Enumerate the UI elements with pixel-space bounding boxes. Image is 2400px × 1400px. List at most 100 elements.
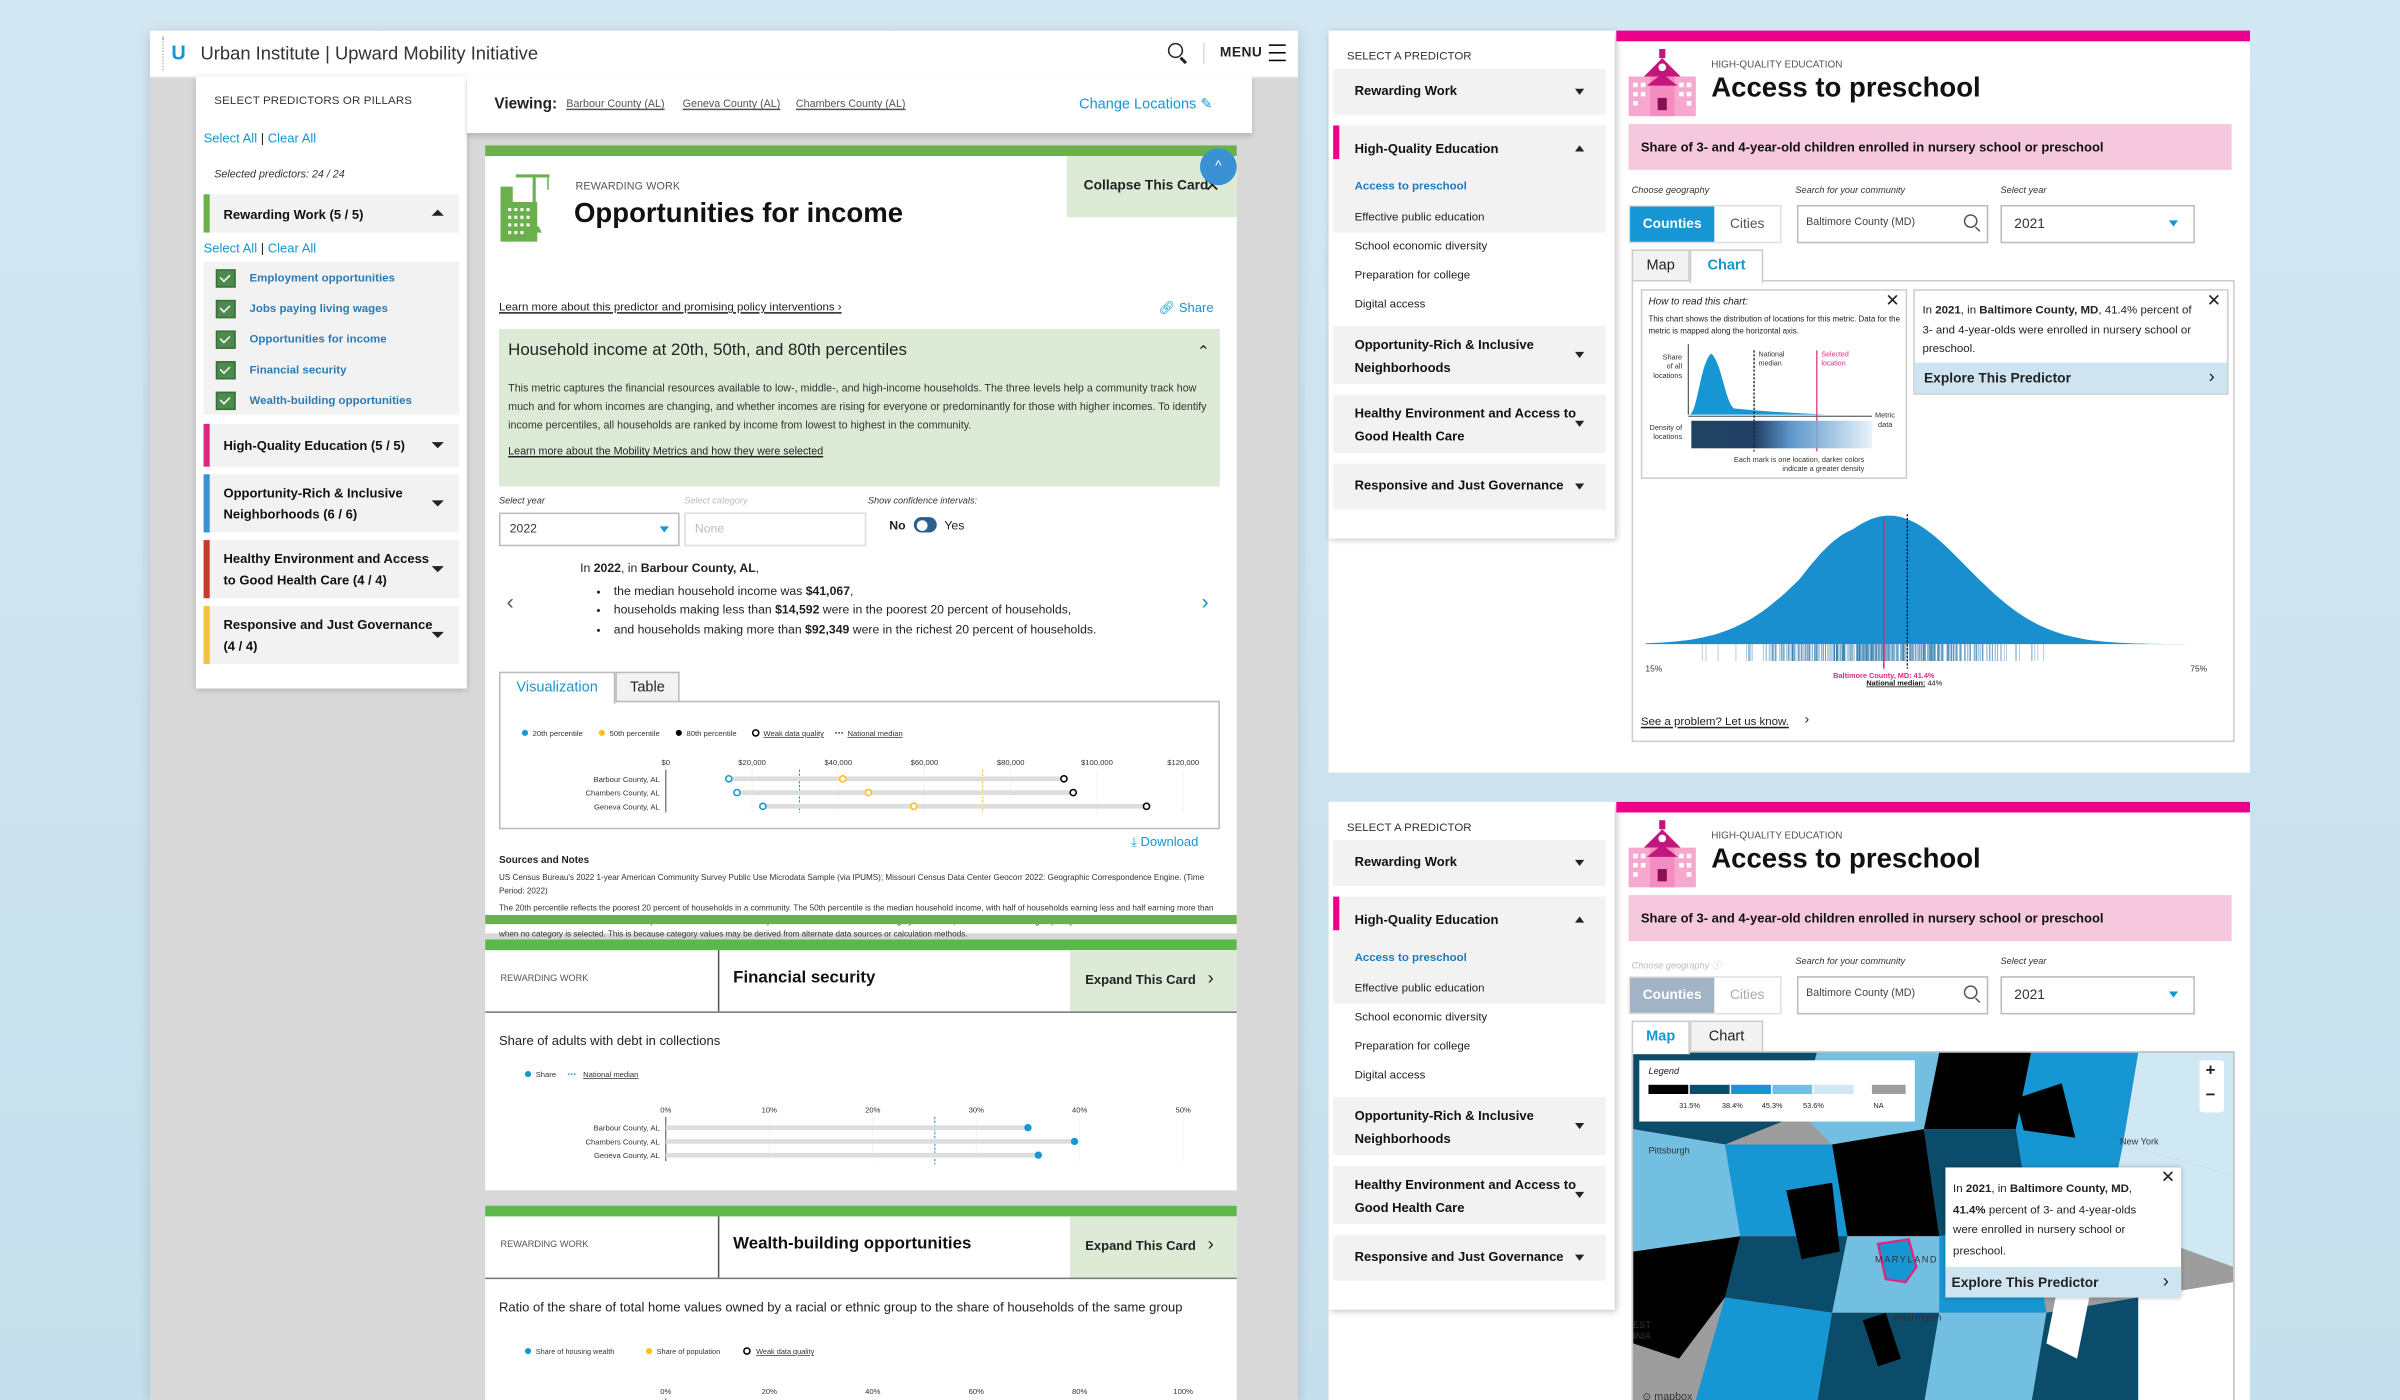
map-legend: Legend 31.5% 38.4% 45.3% 53.6% NA [1639, 1060, 1915, 1122]
mobility-metrics-link[interactable]: Learn more about the Mobility Metrics an… [508, 447, 823, 458]
predictor-item[interactable]: Effective public education [1355, 210, 1485, 224]
pillar-neighborhoods[interactable]: Opportunity-Rich & Inclusive Neighborhoo… [1333, 325, 1606, 385]
checkbox-checked-icon[interactable] [215, 269, 236, 288]
pillar-rewarding-work[interactable]: Rewarding Work (5 / 5) [203, 194, 460, 233]
report-problem-link[interactable]: See a problem? Let us know. [1641, 715, 1789, 729]
predictor-item[interactable]: Employment opportunities [249, 271, 394, 285]
pillar-clear-all-link[interactable]: Clear All [268, 240, 316, 255]
clear-all-link[interactable]: Clear All [268, 130, 316, 145]
location-link[interactable]: Barbour County (AL) [566, 99, 664, 110]
scroll-top-button[interactable]: ^ [1199, 148, 1237, 186]
predictor-item-active[interactable]: Access to preschool [1355, 950, 1467, 964]
pillar-rewarding-work[interactable]: Rewarding Work [1333, 839, 1606, 886]
category-select[interactable]: None [684, 512, 867, 547]
close-icon[interactable]: ✕ [2207, 291, 2221, 310]
tab-chart[interactable]: Chart [1689, 249, 1764, 284]
close-icon[interactable]: ✕ [1885, 291, 1899, 310]
year-select[interactable]: 2021 [2000, 205, 2195, 244]
pillar-health[interactable]: Healthy Environment and Access to Good H… [203, 540, 460, 599]
search-icon[interactable] [1167, 42, 1184, 59]
pillar-health[interactable]: Healthy Environment and Access to Good H… [1333, 1165, 1606, 1225]
predictor-item[interactable]: Preparation for college [1355, 268, 1471, 282]
pillar-select-all-link[interactable]: Select All [204, 240, 258, 255]
x-tick-label: 40% [1072, 1105, 1088, 1114]
chevron-up-icon[interactable] [431, 209, 444, 216]
zoom-in-button[interactable]: + [2206, 1062, 2216, 1080]
geography-label-text: Choose geography [1631, 962, 1710, 972]
chevron-up-icon [1574, 145, 1585, 152]
tab-visualization[interactable]: Visualization [498, 671, 616, 704]
download-button[interactable]: ⤓ Download [1131, 834, 1198, 851]
checkbox-checked-icon[interactable] [215, 391, 236, 411]
pillar-governance[interactable]: Responsive and Just Governance [1333, 1234, 1606, 1281]
pillar-health[interactable]: Healthy Environment and Access to Good H… [1333, 394, 1606, 453]
predictor-item[interactable]: Digital access [1355, 297, 1426, 311]
pillar-neighborhoods[interactable]: Opportunity-Rich & Inclusive Neighborhoo… [203, 474, 460, 533]
predictor-item-active[interactable]: Access to preschool [1355, 179, 1467, 193]
community-search-input[interactable]: Baltimore County (MD) [1796, 205, 1989, 244]
predictor-item[interactable]: Opportunities for income [249, 332, 386, 346]
ci-toggle[interactable] [913, 517, 937, 533]
pillar-rewarding-work[interactable]: Rewarding Work [1333, 68, 1606, 115]
expand-card-button[interactable]: Expand This Card › [1069, 1216, 1237, 1278]
cities-button[interactable]: Cities [1714, 207, 1780, 242]
year-select[interactable]: 2021 [2000, 976, 2195, 1015]
tab-map[interactable]: Map [1631, 1020, 1690, 1055]
pillar-governance[interactable]: Responsive and Just Governance (4 / 4) [203, 605, 460, 665]
menu-button[interactable]: MENU [1220, 44, 1262, 59]
pillar-education[interactable]: High-Quality Education (5 / 5) [203, 423, 460, 467]
chevron-up-icon[interactable]: ⌃ [1197, 344, 1210, 361]
predictor-item[interactable]: Effective public education [1355, 981, 1485, 995]
search-label: Search for your community [1795, 186, 1906, 196]
select-all-link[interactable]: Select All [204, 130, 258, 145]
checkbox-checked-icon[interactable] [215, 330, 236, 349]
predictor-item[interactable]: Preparation for college [1355, 1039, 1471, 1053]
legend-dot [524, 1347, 532, 1355]
cities-button[interactable]: Cities [1714, 978, 1780, 1013]
year-select[interactable]: 2022 [498, 512, 680, 547]
chevron-down-icon[interactable] [431, 631, 444, 639]
chevron-down-icon[interactable] [431, 442, 444, 449]
info-icon[interactable]: ⓘ [1712, 962, 1721, 971]
share-button[interactable]: 🔗︎ Share [1159, 300, 1214, 317]
urban-logo-icon[interactable]: U [171, 41, 185, 64]
search-icon[interactable] [1963, 985, 1978, 1000]
divider [485, 1011, 1237, 1013]
predictor-item[interactable]: Financial security [249, 363, 346, 377]
pillar-label: Rewarding Work [1354, 82, 1458, 98]
location-link[interactable]: Chambers County (AL) [796, 99, 906, 110]
tab-chart[interactable]: Chart [1689, 1020, 1764, 1053]
explore-predictor-button[interactable]: Explore This Predictor › [1945, 1266, 2182, 1298]
pillar-governance[interactable]: Responsive and Just Governance [1333, 463, 1606, 510]
choropleth-map[interactable]: Pittsburgh New York MARYLAND Washington … [1631, 1051, 2235, 1400]
chevron-down-icon[interactable] [431, 500, 444, 507]
counties-button[interactable]: Counties [1630, 206, 1715, 242]
predictor-item[interactable]: Digital access [1355, 1068, 1426, 1082]
hamburger-icon[interactable] [1268, 44, 1286, 62]
location-link[interactable]: Geneva County (AL) [683, 99, 781, 110]
community-search-input[interactable]: Baltimore County (MD) [1796, 976, 1989, 1015]
chevron-down-icon[interactable] [431, 566, 444, 573]
previous-arrow-icon[interactable]: ‹ [507, 589, 514, 613]
predictor-item[interactable]: Wealth-building opportunities [249, 393, 411, 407]
predictor-item[interactable]: Jobs paying living wages [249, 301, 387, 315]
next-arrow-icon[interactable]: › [1202, 589, 1209, 613]
tab-map[interactable]: Map [1631, 249, 1690, 282]
explore-predictor-button[interactable]: Explore This Predictor › [1914, 362, 2228, 394]
predictor-item[interactable]: School economic diversity [1355, 239, 1488, 253]
legend-label: Share of housing wealth [536, 1347, 615, 1356]
expand-card-button[interactable]: Expand This Card › [1069, 950, 1237, 1012]
change-locations-button[interactable]: Change Locations ✎ [1079, 96, 1212, 113]
predictor-checklist: Employment opportunities Jobs paying liv… [203, 261, 460, 415]
predictor-item[interactable]: School economic diversity [1355, 1010, 1488, 1024]
checkbox-checked-icon[interactable] [215, 361, 236, 380]
tab-table[interactable]: Table [615, 671, 680, 703]
close-icon[interactable]: ✕ [2161, 1167, 2175, 1187]
learn-more-link[interactable]: Learn more about this predictor and prom… [499, 300, 842, 314]
checkbox-checked-icon[interactable] [215, 299, 236, 319]
pillar-neighborhoods[interactable]: Opportunity-Rich & Inclusive Neighborhoo… [1333, 1097, 1606, 1156]
counties-button[interactable]: Counties [1630, 977, 1715, 1013]
search-icon[interactable] [1963, 214, 1978, 228]
zoom-out-button[interactable]: − [2206, 1086, 2216, 1104]
site-title[interactable]: Urban Institute | Upward Mobility Initia… [201, 43, 539, 64]
